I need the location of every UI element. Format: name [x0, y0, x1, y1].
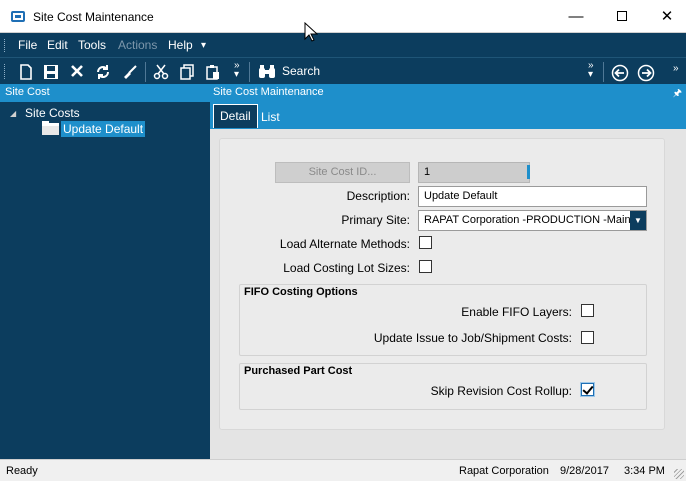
toolbar-separator: [145, 62, 146, 82]
menu-bar: File Edit Tools Actions Help ▾: [0, 33, 686, 57]
refresh-icon[interactable]: [93, 62, 113, 82]
tree-pane: ◢ Site Costs Update Default: [0, 102, 210, 459]
primary-site-label: Primary Site:: [341, 213, 410, 227]
enable-fifo-layers-checkbox[interactable]: [581, 304, 594, 317]
load-alternate-methods-checkbox[interactable]: [419, 236, 432, 249]
toolbar-overflow-icon[interactable]: » ▾: [234, 61, 240, 80]
load-costing-lot-sizes-label: Load Costing Lot Sizes:: [283, 261, 410, 275]
search-button[interactable]: Search: [282, 64, 320, 78]
skip-revision-checkbox[interactable]: [581, 383, 594, 396]
enable-fifo-layers-label: Enable FIFO Layers:: [461, 305, 572, 319]
overflow-caret: ▾: [588, 69, 594, 80]
fifo-group-title: FIFO Costing Options: [244, 286, 358, 298]
paste-icon[interactable]: [203, 62, 223, 82]
purchased-part-cost-group: Purchased Part Cost Skip Revision Cost R…: [239, 363, 647, 410]
site-cost-form: Site Cost ID... 1 Description: Update De…: [219, 138, 665, 430]
toolbar: » ▾ Search » ▾ »: [0, 57, 686, 84]
description-label: Description:: [346, 189, 410, 203]
menu-grip[interactable]: [4, 39, 7, 52]
cut-icon[interactable]: [151, 62, 171, 82]
menu-file[interactable]: File: [18, 38, 37, 52]
new-icon[interactable]: [16, 62, 36, 82]
menu-actions: Actions: [118, 38, 158, 52]
site-cost-id-button: Site Cost ID...: [275, 162, 410, 183]
update-issue-checkbox[interactable]: [581, 331, 594, 344]
site-cost-id-field: 1: [418, 162, 530, 183]
skip-revision-label: Skip Revision Cost Rollup:: [430, 384, 572, 398]
clear-icon[interactable]: [120, 62, 140, 82]
left-pane-header: Site Cost: [0, 84, 210, 102]
right-pane-title: Site Cost Maintenance: [213, 86, 324, 98]
toolbar-overflow-right-icon[interactable]: » ▾: [588, 61, 594, 80]
close-button[interactable]: ✕: [644, 4, 686, 30]
save-icon[interactable]: [41, 62, 61, 82]
toolbar-separator: [603, 62, 604, 82]
tree-expand-icon[interactable]: ◢: [10, 109, 16, 118]
app-icon: [11, 11, 25, 22]
description-field[interactable]: Update Default: [418, 186, 647, 207]
menu-help[interactable]: Help: [168, 38, 193, 52]
toolbar-overflow-end-icon[interactable]: »: [673, 63, 679, 74]
toolbar-grip[interactable]: [4, 64, 7, 79]
title-bar: Site Cost Maintenance — ✕: [0, 0, 686, 33]
load-costing-lot-sizes-checkbox[interactable]: [419, 260, 432, 273]
status-bar: Ready Rapat Corporation 9/28/2017 3:34 P…: [0, 459, 686, 481]
forward-icon[interactable]: [636, 62, 656, 82]
load-alternate-methods-label: Load Alternate Methods:: [279, 237, 410, 251]
menu-tools[interactable]: Tools: [78, 38, 106, 52]
purchased-group-title: Purchased Part Cost: [244, 365, 353, 377]
overflow-glyph: »: [673, 63, 679, 74]
status-text: Ready: [6, 465, 38, 477]
window-title: Site Cost Maintenance: [33, 10, 154, 24]
dropdown-arrow-icon[interactable]: ▼: [630, 211, 646, 230]
tab-list[interactable]: List: [255, 105, 286, 129]
status-company: Rapat Corporation: [459, 465, 549, 477]
tab-strip: Detail List: [210, 102, 686, 129]
toolbar-separator: [249, 62, 250, 82]
fifo-costing-group: FIFO Costing Options Enable FIFO Layers:…: [239, 284, 647, 356]
menu-edit[interactable]: Edit: [47, 38, 68, 52]
right-pane-header: Site Cost Maintenance 🖈︎: [210, 84, 686, 102]
tab-detail[interactable]: Detail: [213, 104, 258, 128]
maximize-button[interactable]: [599, 4, 645, 30]
status-time: 3:34 PM: [624, 465, 665, 477]
copy-icon[interactable]: [177, 62, 197, 82]
detail-pane: Detail List Site Cost ID... 1 Descriptio…: [210, 102, 686, 459]
search-icon[interactable]: [257, 62, 277, 82]
folder-icon: [42, 121, 59, 135]
delete-icon[interactable]: [67, 62, 87, 82]
resize-grip[interactable]: [674, 469, 684, 479]
pin-icon[interactable]: 🖈︎: [673, 86, 682, 103]
update-issue-label: Update Issue to Job/Shipment Costs:: [373, 331, 572, 345]
tree-root-node[interactable]: Site Costs: [25, 106, 80, 120]
primary-site-value: RAPAT Corporation -PRODUCTION -Main: [424, 214, 631, 226]
mouse-cursor-icon: [304, 21, 319, 45]
primary-site-select[interactable]: RAPAT Corporation -PRODUCTION -Main ▼: [418, 210, 647, 231]
maximize-icon: [617, 10, 627, 21]
overflow-caret: ▾: [234, 69, 240, 80]
menu-overflow-icon[interactable]: ▾: [201, 40, 206, 51]
minimize-button[interactable]: —: [553, 4, 599, 30]
back-icon[interactable]: [610, 62, 630, 82]
status-date: 9/28/2017: [560, 465, 609, 477]
tree-node-update-default[interactable]: Update Default: [61, 121, 146, 137]
